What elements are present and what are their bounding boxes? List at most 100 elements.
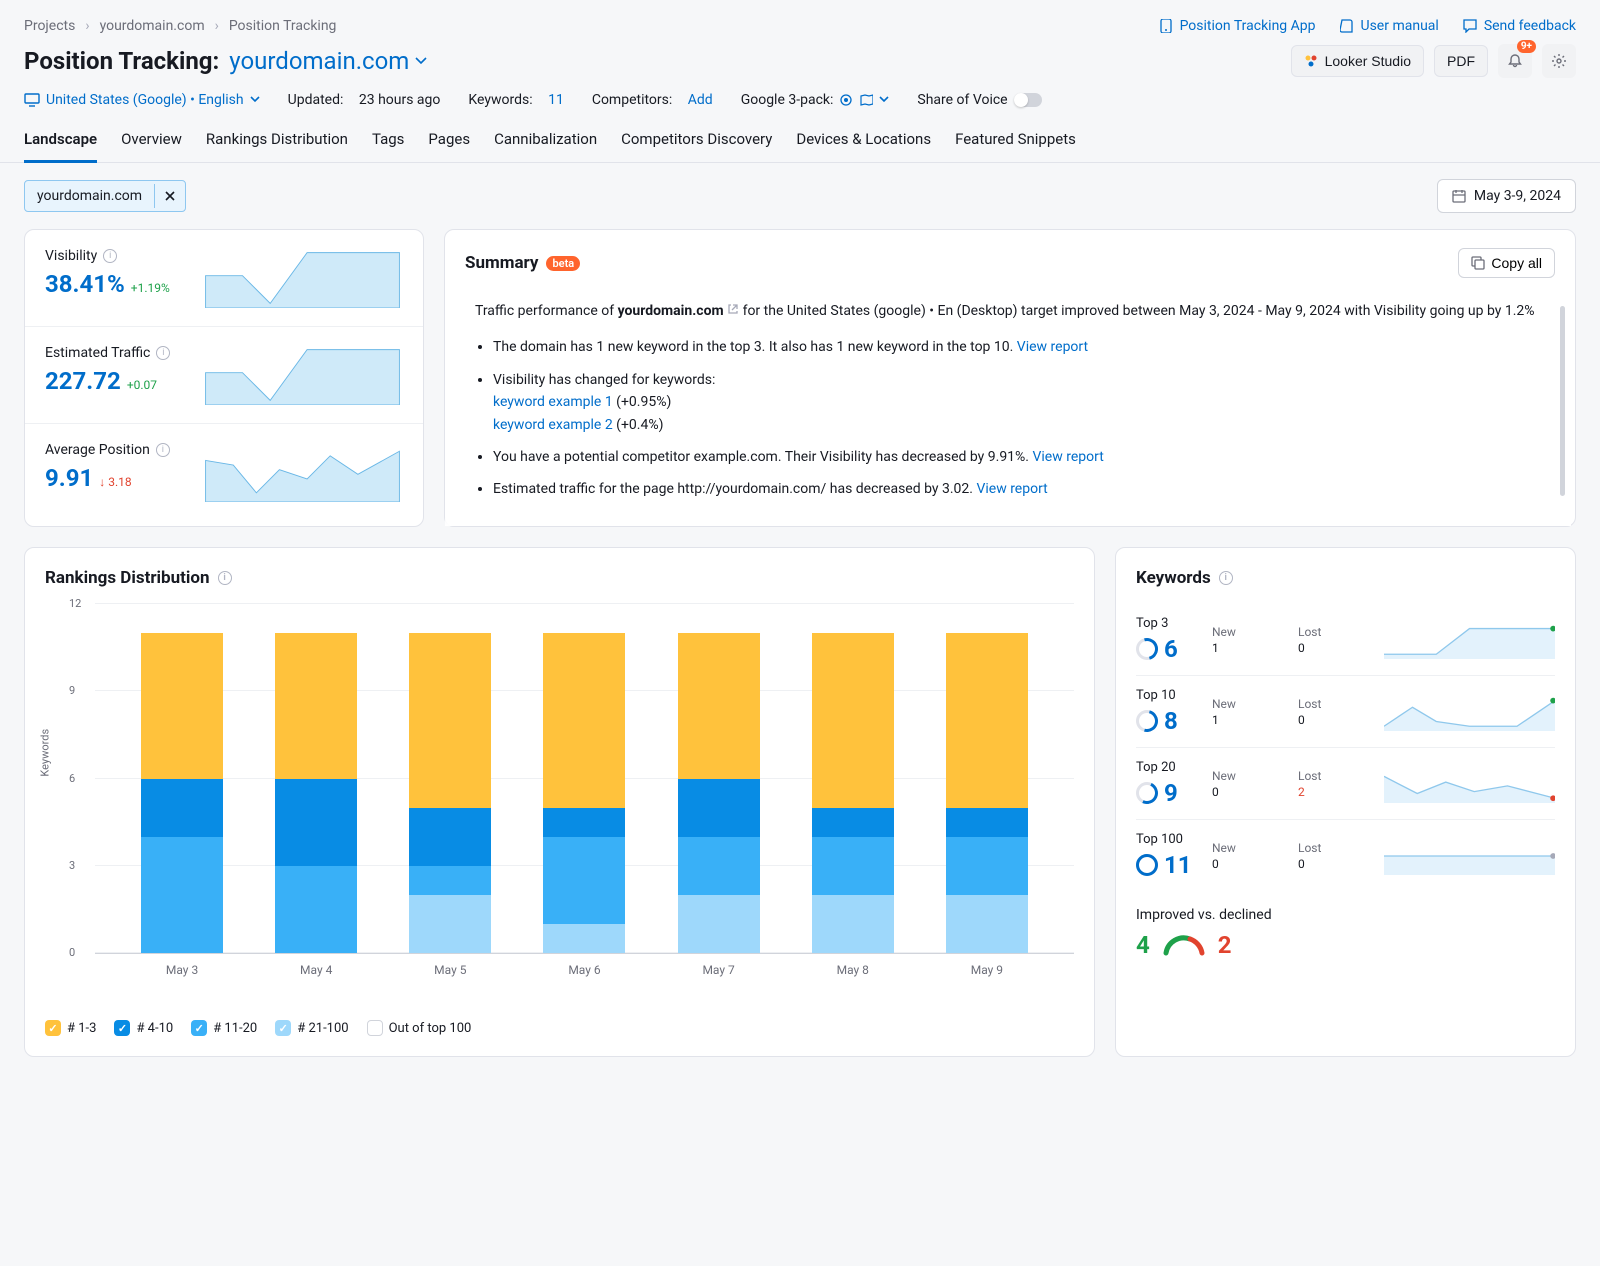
info-icon[interactable]: i (1219, 571, 1233, 585)
metric-average-position[interactable]: Average Position i9.91 ↓ 3.18 (25, 424, 423, 520)
keyword-row-top-100[interactable]: Top 10011New0Lost0 (1136, 820, 1555, 891)
kw-new: New1 (1212, 697, 1282, 727)
notifications-button[interactable]: 9+ (1498, 44, 1532, 78)
tab-pages[interactable]: Pages (428, 130, 470, 163)
legend-item[interactable]: # 4-10 (114, 1020, 173, 1036)
book-icon (1340, 19, 1354, 33)
legend-item[interactable]: # 11-20 (191, 1020, 257, 1036)
view-report-link[interactable]: View report (976, 481, 1047, 497)
metric-label: Average Position i (45, 442, 190, 458)
breadcrumb-domain[interactable]: yourdomain.com (100, 18, 205, 34)
keyword-link[interactable]: keyword example 2 (493, 417, 613, 433)
metric-estimated-traffic[interactable]: Estimated Traffic i227.72 +0.07 (25, 327, 423, 424)
bar-segment (812, 633, 894, 808)
progress-ring-icon (1136, 854, 1158, 876)
tab-cannibalization[interactable]: Cannibalization (494, 130, 597, 163)
sparkline-chart (1384, 693, 1555, 731)
legend-item[interactable]: # 21-100 (275, 1020, 348, 1036)
mobile-icon (1159, 19, 1173, 33)
keyword-row-top-20[interactable]: Top 209New0Lost2 (1136, 748, 1555, 820)
metric-visibility[interactable]: Visibility i38.41% +1.19% (25, 230, 423, 327)
domain-selector[interactable]: yourdomain.com (229, 47, 427, 75)
bar-column[interactable]: May 3 (141, 604, 223, 953)
sparkline-chart (202, 248, 403, 308)
metric-delta: ↓ 3.18 (99, 475, 131, 489)
tab-competitors-discovery[interactable]: Competitors Discovery (621, 130, 772, 163)
nav-tabs: Landscape Overview Rankings Distribution Ta… (0, 108, 1600, 163)
domain-chip: yourdomain.com (24, 180, 186, 212)
scrollbar[interactable] (1560, 306, 1565, 496)
tab-rankings-distribution[interactable]: Rankings Distribution (206, 130, 348, 163)
x-axis-label: May 7 (678, 963, 760, 977)
metric-value: 38.41% +1.19% (45, 270, 190, 298)
bar-segment (543, 837, 625, 924)
view-report-link[interactable]: View report (1032, 449, 1103, 465)
copy-icon (1471, 256, 1485, 270)
bar-segment (678, 633, 760, 778)
bar-segment (812, 808, 894, 837)
kw-value: 9 (1136, 779, 1196, 807)
google-3pack[interactable]: Google 3-pack: (741, 92, 890, 108)
tab-tags[interactable]: Tags (372, 130, 404, 163)
info-icon[interactable]: i (156, 346, 170, 360)
bar-column[interactable]: May 7 (678, 604, 760, 953)
share-of-voice-toggle[interactable]: Share of Voice (917, 92, 1041, 108)
improved-count: 4 (1136, 931, 1150, 959)
close-icon (165, 191, 175, 201)
view-report-link[interactable]: View report (1017, 339, 1088, 355)
kw-lost: Lost0 (1298, 625, 1368, 655)
bar-column[interactable]: May 6 (543, 604, 625, 953)
info-icon[interactable]: i (218, 571, 232, 585)
tab-overview[interactable]: Overview (121, 130, 182, 163)
rankings-card: Rankings Distribution i Keywords 036912M… (24, 547, 1095, 1057)
keyword-row-top-3[interactable]: Top 36New1Lost0 (1136, 604, 1555, 676)
x-axis-label: May 9 (946, 963, 1028, 977)
kw-value: 11 (1136, 851, 1196, 879)
bar-column[interactable]: May 9 (946, 604, 1028, 953)
fade-overlay (445, 496, 1571, 526)
info-icon[interactable]: i (156, 443, 170, 457)
settings-button[interactable] (1542, 44, 1576, 78)
map-icon (859, 93, 873, 107)
legend-item[interactable]: Out of top 100 (367, 1020, 472, 1036)
kw-lost: Lost2 (1298, 769, 1368, 799)
external-link-icon[interactable] (727, 303, 739, 315)
summary-title: Summary beta (465, 253, 580, 273)
bar-column[interactable]: May 8 (812, 604, 894, 953)
bar-segment (141, 633, 223, 778)
copy-all-button[interactable]: Copy all (1458, 248, 1555, 278)
chevron-right-icon: › (85, 18, 89, 34)
location-selector[interactable]: United States (Google) • English (24, 92, 260, 108)
position-tracking-app-link[interactable]: Position Tracking App (1159, 18, 1316, 34)
keywords-card: Keywords i Top 36New1Lost0Top 108New1Los… (1115, 547, 1576, 1057)
keyword-row-top-10[interactable]: Top 108New1Lost0 (1136, 676, 1555, 748)
bar-column[interactable]: May 5 (409, 604, 491, 953)
info-icon[interactable]: i (103, 249, 117, 263)
sparkline-chart (202, 345, 403, 405)
x-axis-label: May 6 (543, 963, 625, 977)
send-feedback-link[interactable]: Send feedback (1463, 18, 1576, 34)
looker-studio-button[interactable]: Looker Studio (1291, 45, 1424, 77)
metrics-card: Visibility i38.41% +1.19%Estimated Traff… (24, 229, 424, 527)
beta-badge: beta (546, 256, 580, 271)
breadcrumb-projects[interactable]: Projects (24, 18, 75, 34)
sparkline-chart (1384, 621, 1555, 659)
pdf-button[interactable]: PDF (1434, 45, 1488, 77)
date-range-button[interactable]: May 3-9, 2024 (1437, 179, 1576, 213)
calendar-icon (1452, 189, 1466, 203)
chevron-down-icon (879, 95, 889, 105)
tab-featured-snippets[interactable]: Featured Snippets (955, 130, 1076, 163)
keyword-link[interactable]: keyword example 1 (493, 394, 613, 410)
metric-delta: +1.19% (131, 281, 170, 295)
tab-devices-&-locations[interactable]: Devices & Locations (796, 130, 931, 163)
notification-count: 9+ (1517, 40, 1536, 53)
legend-item[interactable]: # 1-3 (45, 1020, 96, 1036)
chevron-right-icon: › (215, 18, 219, 34)
user-manual-link[interactable]: User manual (1340, 18, 1439, 34)
checkbox-icon (45, 1020, 61, 1036)
tab-landscape[interactable]: Landscape (24, 130, 97, 163)
bar-column[interactable]: May 4 (275, 604, 357, 953)
chip-remove-button[interactable] (154, 184, 185, 208)
gear-icon (1551, 53, 1567, 69)
bar-segment (678, 895, 760, 953)
